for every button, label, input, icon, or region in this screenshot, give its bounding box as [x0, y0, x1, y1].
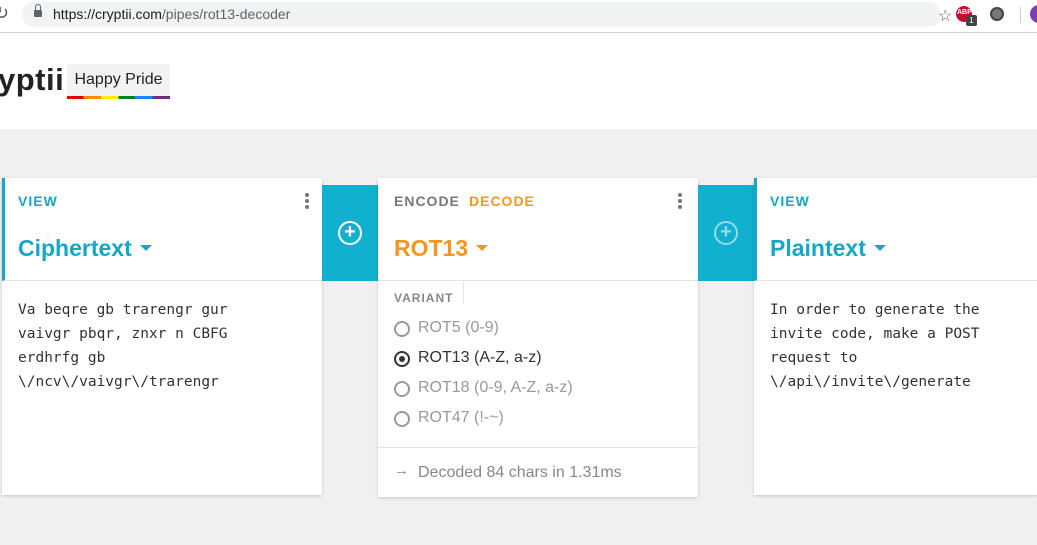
decode-tab[interactable]: DECODE: [469, 193, 535, 209]
bookmark-star-icon[interactable]: ☆: [938, 6, 952, 26]
lock-icon: [34, 4, 42, 18]
plaintext-title-select[interactable]: Plaintext: [770, 235, 886, 262]
ciphertext-type-label: VIEW: [18, 193, 58, 209]
profile-avatar[interactable]: [1030, 5, 1037, 23]
variant-option-rot13[interactable]: ROT13 (A-Z, a-z): [394, 348, 674, 370]
variant-divider: [463, 282, 464, 304]
ciphertext-textarea[interactable]: Va beqre gb trarengr gur vaivgr pbqr, zn…: [18, 298, 313, 394]
radio-icon: [394, 381, 410, 397]
radio-icon: [394, 321, 410, 337]
url-domain: https://cryptii.com: [53, 6, 162, 22]
happy-pride-label: Happy Pride: [74, 71, 163, 88]
browser-toolbar: ↻ https://cryptii.com/pipes/rot13-decode…: [0, 0, 1037, 33]
plus-circle-icon[interactable]: +: [714, 221, 738, 245]
encode-tab[interactable]: ENCODE: [394, 193, 460, 209]
rot13-card: ENCODE DECODE ROT13 VARIANT ROT5 (0-9) R…: [378, 178, 698, 497]
variant-option-label: ROT13 (A-Z, a-z): [418, 349, 542, 366]
ciphertext-title: Ciphertext: [18, 235, 132, 261]
rot13-status-bar: → Decoded 84 chars in 1.31ms: [378, 447, 698, 497]
plaintext-type-label: VIEW: [770, 193, 810, 209]
chevron-down-icon: [139, 244, 152, 251]
radio-icon: [394, 411, 410, 427]
status-text: Decoded 84 chars in 1.31ms: [418, 464, 622, 481]
variant-option-rot18[interactable]: ROT18 (0-9, A-Z, a-z): [394, 378, 674, 400]
url-text[interactable]: https://cryptii.com/pipes/rot13-decoder: [53, 6, 290, 22]
app-header: yptii Happy Pride: [0, 33, 1037, 129]
plaintext-card-header: VIEW Plaintext: [754, 178, 1037, 281]
add-encoder-connector-2: +: [698, 185, 754, 281]
variant-option-label: ROT5 (0-9): [418, 319, 499, 336]
variant-option-rot47[interactable]: ROT47 (!-~): [394, 408, 674, 430]
variant-label: VARIANT: [394, 291, 454, 305]
ciphertext-card: VIEW Ciphertext Va beqre gb trarengr gur…: [2, 178, 322, 495]
variant-option-rot5[interactable]: ROT5 (0-9): [394, 318, 674, 340]
adblock-badge: 1: [966, 15, 977, 26]
toolbar-divider: [1020, 7, 1021, 23]
rot13-menu-icon[interactable]: [678, 193, 682, 209]
radio-checked-icon: [394, 351, 410, 367]
rainbow-stripe: [67, 96, 170, 99]
url-path: /pipes/rot13-decoder: [161, 6, 291, 22]
plus-circle-icon[interactable]: +: [338, 221, 362, 245]
reload-icon[interactable]: ↻: [0, 3, 9, 24]
ciphertext-title-select[interactable]: Ciphertext: [18, 235, 152, 262]
arrow-right-icon: →: [394, 462, 409, 479]
ciphertext-card-header: VIEW Ciphertext: [2, 178, 322, 281]
rot13-title: ROT13: [394, 235, 469, 261]
plaintext-title: Plaintext: [770, 235, 866, 261]
chevron-down-icon: [873, 244, 886, 251]
plaintext-card: VIEW Plaintext In order to generate the …: [754, 178, 1037, 495]
app-logo[interactable]: yptii: [0, 62, 64, 98]
happy-pride-button[interactable]: Happy Pride: [67, 64, 170, 99]
ciphertext-menu-icon[interactable]: [305, 193, 309, 209]
rot13-card-header: ENCODE DECODE ROT13: [378, 178, 698, 281]
chevron-down-icon: [476, 244, 489, 251]
variant-option-label: ROT18 (0-9, A-Z, a-z): [418, 379, 573, 396]
plaintext-textarea[interactable]: In order to generate the invite code, ma…: [770, 298, 1032, 394]
address-bar[interactable]: https://cryptii.com/pipes/rot13-decoder …: [22, 2, 952, 27]
add-encoder-connector: +: [322, 185, 378, 281]
extension-icon[interactable]: [990, 7, 1004, 21]
rot13-title-select[interactable]: ROT13: [394, 235, 489, 262]
variant-option-label: ROT47 (!-~): [418, 409, 504, 426]
